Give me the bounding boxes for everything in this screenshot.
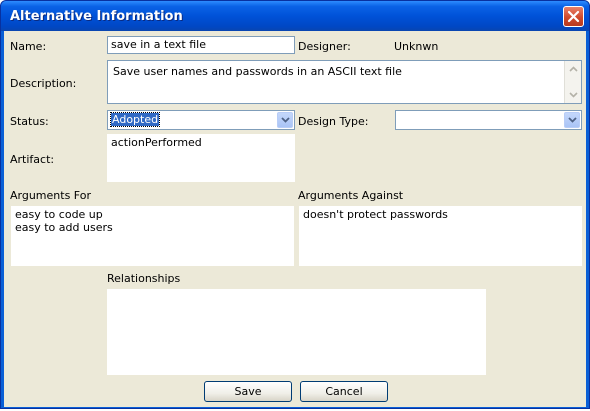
description-value: Save user names and passwords in an ASCI… (113, 65, 402, 78)
status-selected-value: Adopted (109, 112, 161, 127)
status-label: Status: (10, 115, 49, 128)
artifact-label: Artifact: (10, 153, 55, 166)
arguments-for-line: easy to code up (15, 208, 103, 221)
title-bar[interactable]: Alternative Information (1, 1, 589, 31)
arguments-against-textarea[interactable]: doesn't protect passwords (299, 206, 582, 266)
scroll-down-button[interactable] (565, 87, 581, 103)
cancel-button[interactable]: Cancel (300, 381, 388, 402)
arguments-against-line: doesn't protect passwords (303, 208, 448, 221)
arrow-down-icon (568, 92, 578, 98)
designer-label: Designer: (298, 40, 351, 53)
alternative-information-dialog: Alternative Information Name: save in a … (0, 0, 590, 409)
arguments-for-textarea[interactable]: easy to code up easy to add users (11, 206, 294, 266)
artifact-field[interactable]: actionPerformed (107, 134, 295, 182)
name-input-value: save in a text file (111, 38, 206, 51)
relationships-textarea[interactable] (107, 289, 486, 375)
description-textarea[interactable]: Save user names and passwords in an ASCI… (107, 60, 582, 104)
arguments-for-label: Arguments For (10, 189, 91, 202)
name-input[interactable]: save in a text file (107, 36, 295, 54)
status-select[interactable]: Adopted (107, 110, 295, 130)
arguments-for-line: easy to add users (15, 221, 113, 234)
status-dropdown-button[interactable] (277, 112, 293, 128)
arrow-up-icon (568, 66, 578, 72)
name-label: Name: (10, 40, 47, 53)
relationships-label: Relationships (107, 272, 181, 285)
designer-value: Unknwn (394, 40, 439, 53)
close-icon (567, 10, 580, 23)
description-scrollbar[interactable] (564, 61, 581, 103)
design-type-label: Design Type: (298, 115, 369, 128)
arguments-against-label: Arguments Against (298, 189, 404, 202)
artifact-value: actionPerformed (111, 136, 202, 149)
scroll-up-button[interactable] (565, 61, 581, 77)
chevron-down-icon (567, 117, 577, 123)
close-button[interactable] (563, 6, 584, 27)
window-title: Alternative Information (10, 9, 183, 24)
dialog-body: Name: save in a text file Designer: Unkn… (4, 31, 586, 407)
design-type-select[interactable] (395, 110, 582, 130)
chevron-down-icon (280, 117, 290, 123)
save-button[interactable]: Save (204, 381, 292, 402)
design-type-dropdown-button[interactable] (564, 112, 580, 128)
description-label: Description: (10, 77, 77, 90)
